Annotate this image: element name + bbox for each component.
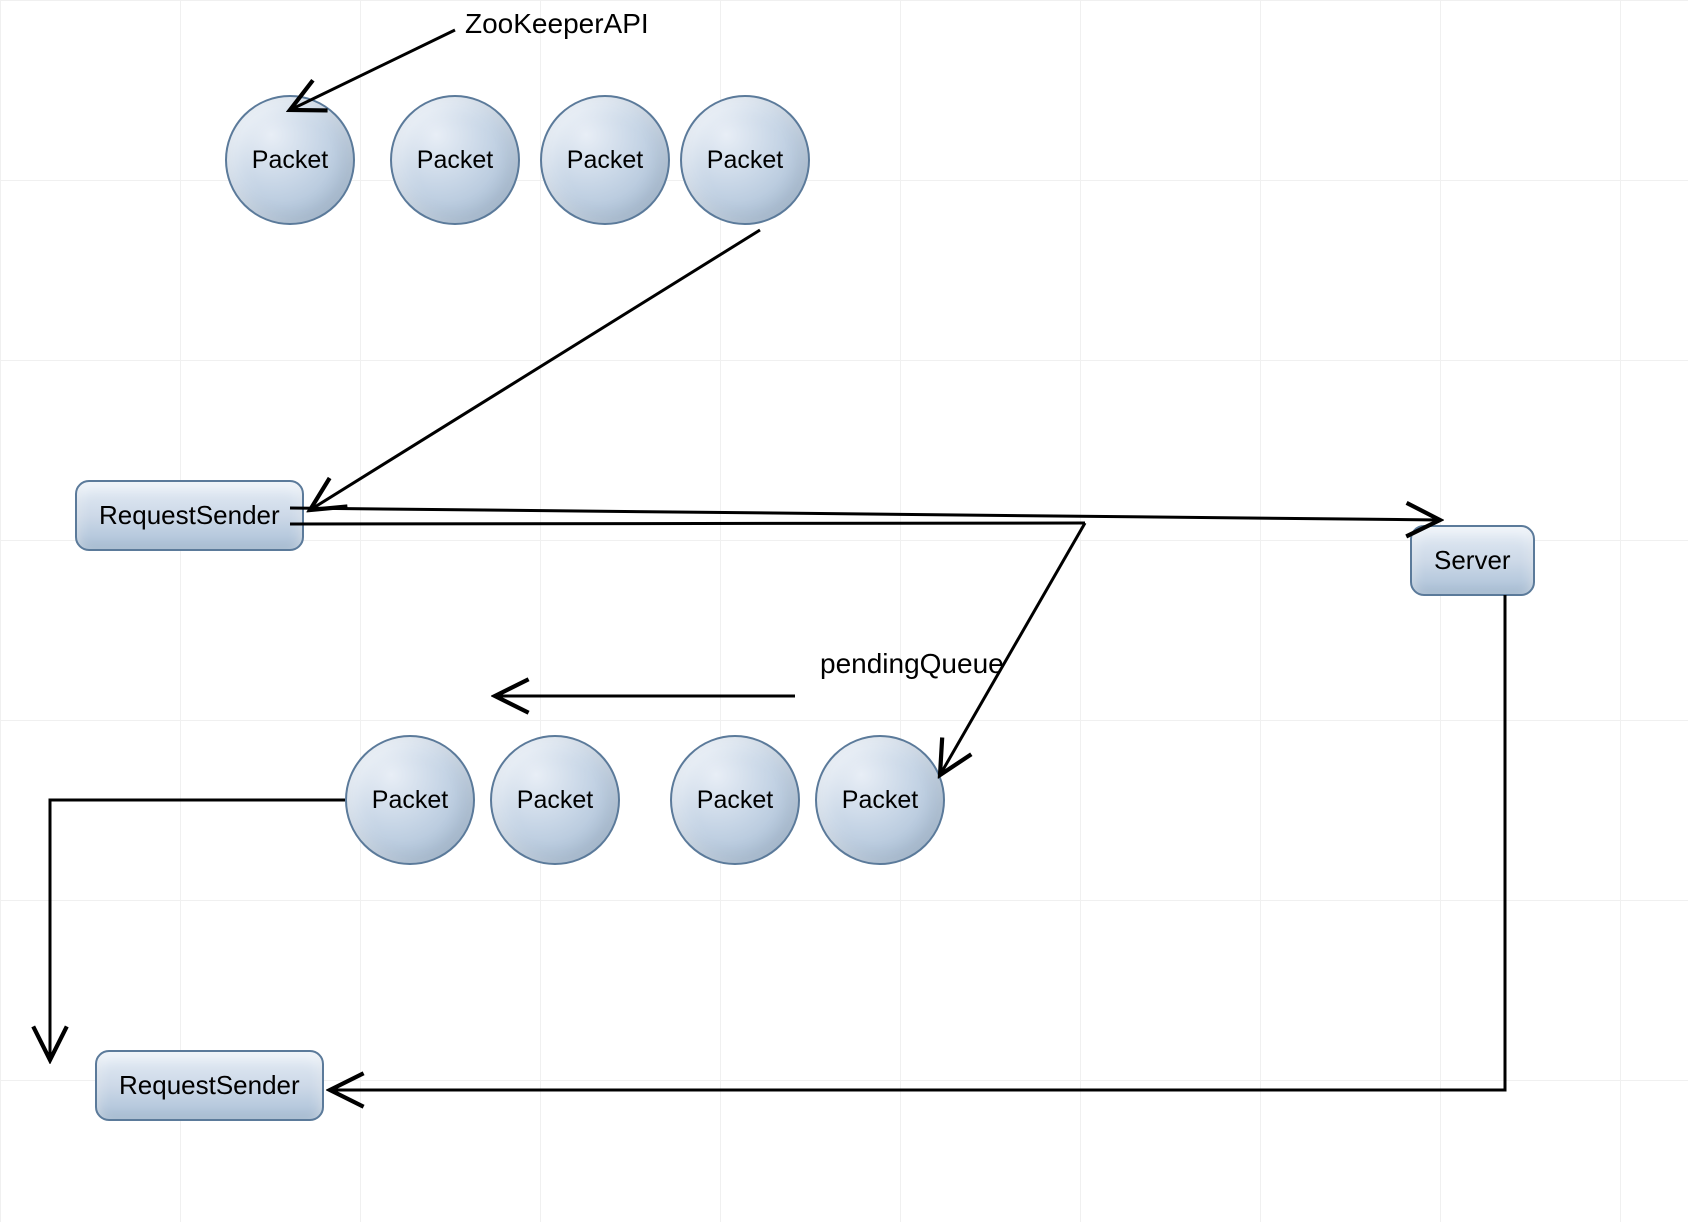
server-node: Server: [1410, 525, 1535, 596]
request-sender-2-node: RequestSender: [95, 1050, 324, 1121]
arrow-requestsender1-lower-segment: [290, 523, 1085, 524]
arrow-packets1-to-requestsender1: [310, 230, 760, 510]
packet-node-1-3: Packet: [540, 95, 670, 225]
packet-node-2-2: Packet: [490, 735, 620, 865]
arrow-packets2-to-requestsender2: [50, 800, 345, 1060]
pending-queue-label: pendingQueue: [820, 648, 1004, 680]
packet-node-2-3: Packet: [670, 735, 800, 865]
arrow-zookeeper-to-packet: [290, 30, 455, 110]
packet-node-2-1: Packet: [345, 735, 475, 865]
zookeeper-api-label: ZooKeeperAPI: [465, 8, 649, 40]
packet-node-1-2: Packet: [390, 95, 520, 225]
packet-node-2-4: Packet: [815, 735, 945, 865]
packet-node-1-4: Packet: [680, 95, 810, 225]
packet-node-1-1: Packet: [225, 95, 355, 225]
request-sender-1-node: RequestSender: [75, 480, 304, 551]
arrow-requestsender1-to-server-top: [290, 508, 1440, 520]
